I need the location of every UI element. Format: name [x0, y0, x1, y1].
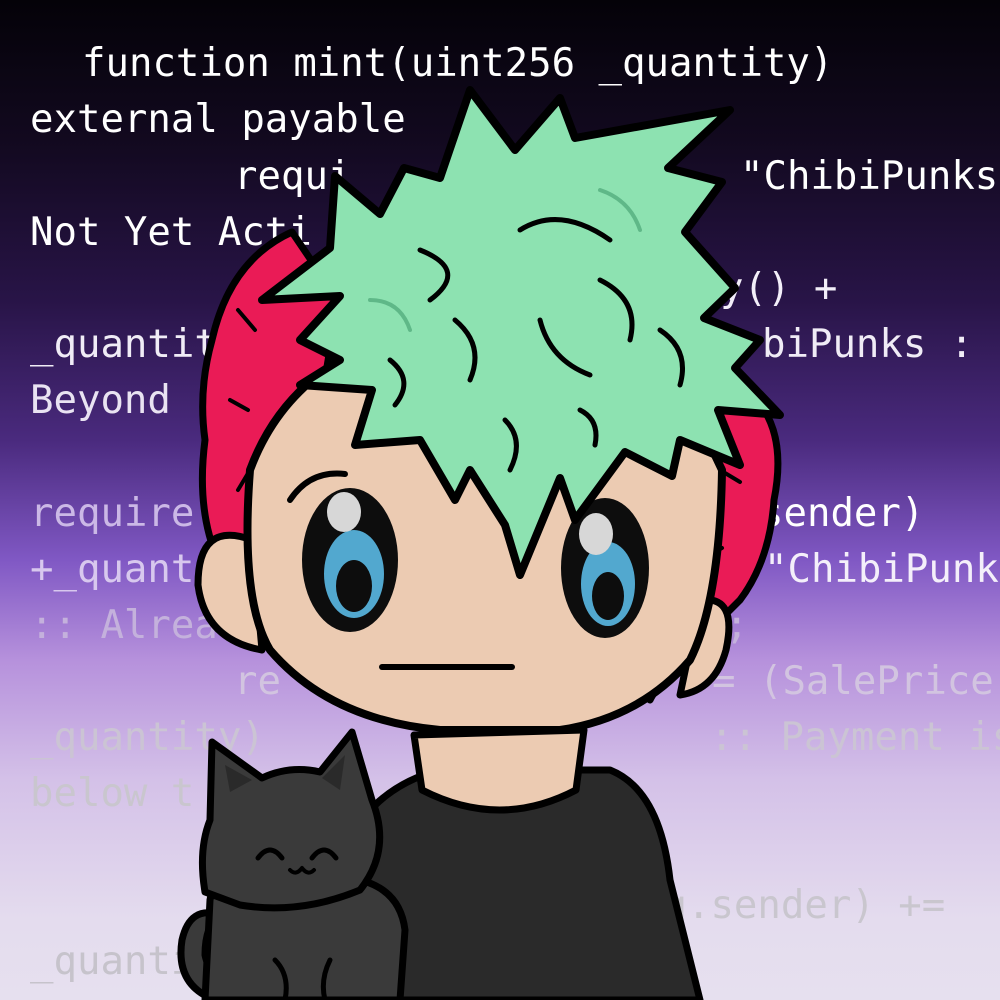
chibi-character-illustration: [177, 86, 784, 1000]
black-cat: [177, 728, 409, 1000]
neck: [410, 726, 588, 814]
nft-artwork: function mint(uint256 _quantity) externa…: [0, 0, 1000, 1000]
